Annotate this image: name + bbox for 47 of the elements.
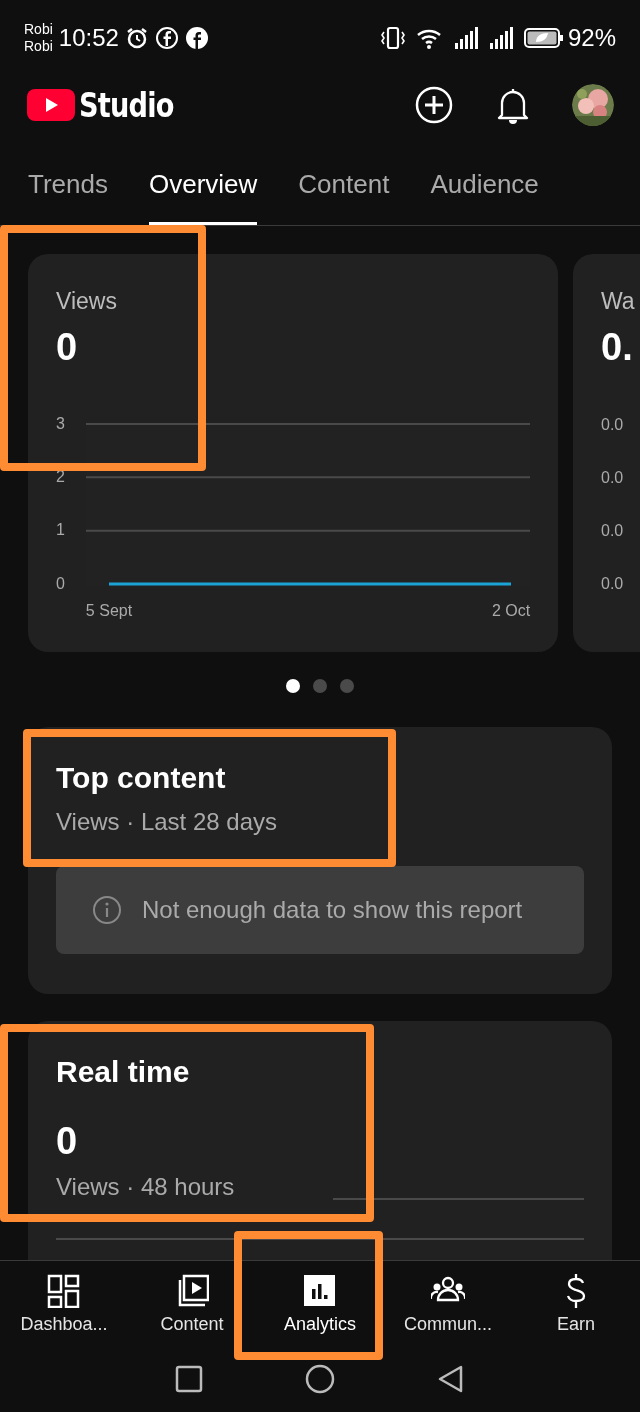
carrier-name: Robi	[24, 38, 53, 55]
axis-tick-label: 0.0	[601, 467, 625, 487]
clock-time: 10:52	[58, 23, 119, 53]
app-title: Studio	[79, 83, 174, 127]
play-logo-icon	[27, 88, 75, 122]
grid-icon	[47, 1273, 81, 1309]
tab[interactable]: Content	[298, 165, 390, 225]
nav-tab[interactable]: Content	[128, 1261, 256, 1346]
vibrate-icon	[379, 25, 406, 51]
empty-state-message: Not enough data to show this report	[142, 895, 523, 925]
metric-value: 0.	[601, 324, 634, 370]
card-title: Real time	[56, 1054, 191, 1090]
add-icon[interactable]	[414, 85, 454, 125]
facebook-icon	[154, 26, 179, 50]
facebook-icon	[184, 26, 209, 50]
battery-icon	[523, 26, 564, 50]
home-button[interactable]	[304, 1363, 336, 1395]
axis-tick-label: 0.0	[601, 520, 625, 540]
card-subtitle: Views · Last 28 days	[56, 807, 278, 837]
nav-tab[interactable]: Earn	[512, 1261, 640, 1346]
axis-tick-label: 0	[56, 574, 65, 593]
tab[interactable]: Trends	[28, 165, 108, 225]
metric-value: 0	[56, 324, 79, 370]
axis-tick-label: 0.0	[601, 414, 625, 434]
metric-label: Views	[56, 287, 118, 316]
carrier-name: Robi	[24, 21, 53, 38]
nav-tab[interactable]: Analytics	[256, 1261, 384, 1346]
axis-tick-label: 0.0	[601, 573, 625, 593]
tab[interactable]: Overview	[148, 165, 258, 225]
signal-icon	[488, 27, 514, 49]
axis-tick-label: 5 Sept	[85, 601, 133, 620]
tab[interactable]: Audience	[430, 165, 539, 225]
axis-tick-label: 1	[56, 521, 65, 540]
info-icon	[92, 895, 122, 925]
account-avatar[interactable]	[572, 84, 614, 126]
nav-tab[interactable]: Dashboa...	[0, 1261, 128, 1346]
axis-tick-label: 2 Oct	[491, 601, 531, 620]
signal-icon	[453, 27, 479, 49]
metric-label: Wa	[601, 287, 636, 316]
axis-tick-label: 3	[56, 414, 65, 433]
nav-tab[interactable]: Commun...	[384, 1261, 512, 1346]
realtime-value: 0	[56, 1119, 79, 1163]
card-title: Top content	[56, 760, 227, 796]
recents-button[interactable]	[174, 1364, 204, 1394]
bar-chart-icon	[303, 1273, 337, 1309]
battery-percentage: 92%	[567, 23, 616, 53]
card-subtitle: Views · 48 hours	[56, 1172, 235, 1202]
